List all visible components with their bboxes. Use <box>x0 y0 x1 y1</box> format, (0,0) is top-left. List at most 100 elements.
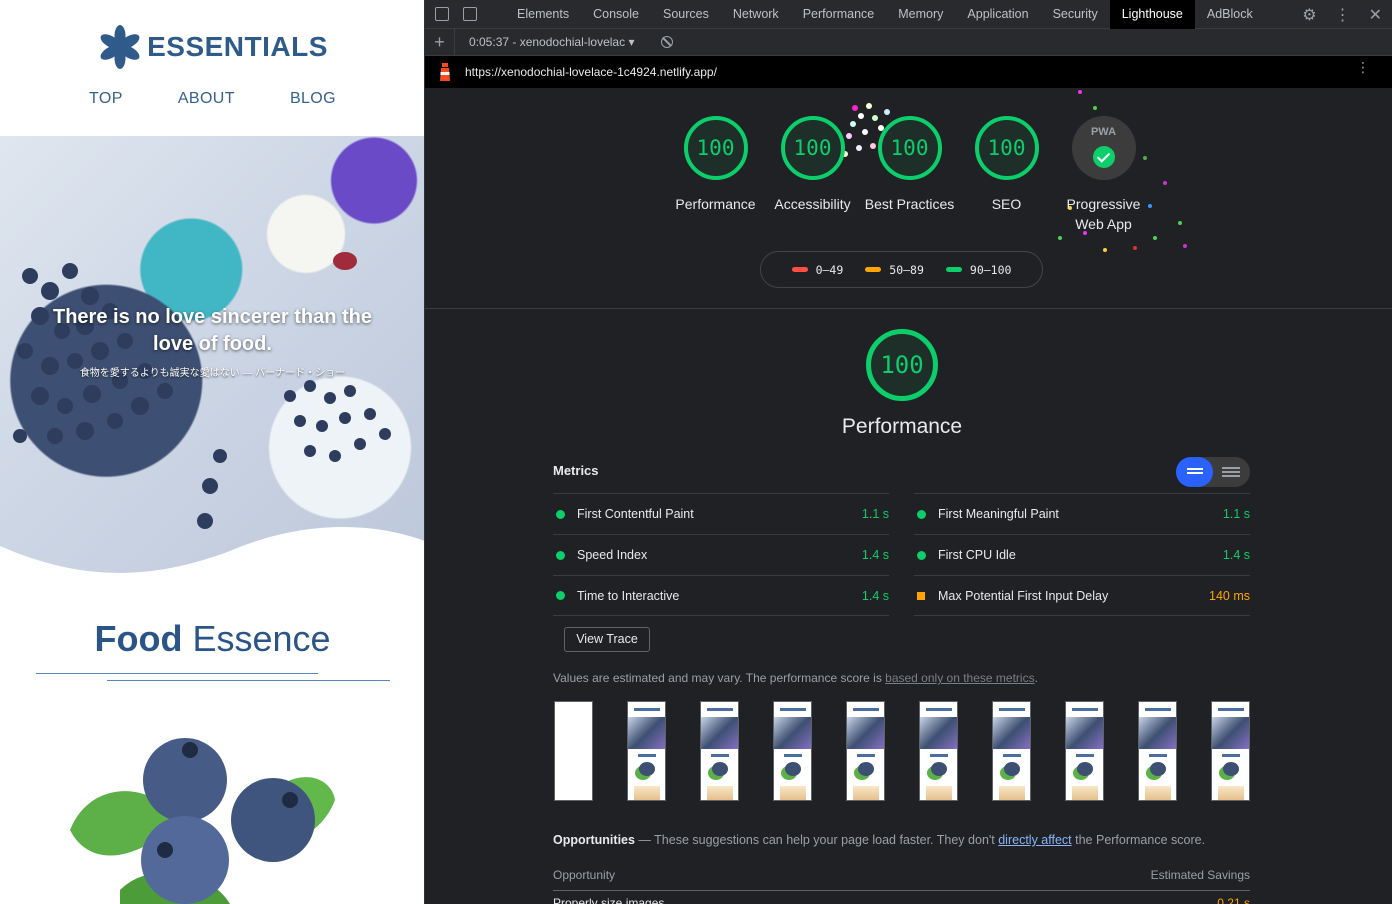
metrics-heading: Metrics <box>553 463 599 478</box>
tab-application[interactable]: Application <box>955 0 1040 29</box>
tab-memory[interactable]: Memory <box>886 0 955 29</box>
expanded-view-icon[interactable] <box>1213 457 1250 487</box>
compact-view-icon[interactable] <box>1176 457 1213 487</box>
view-trace-button[interactable]: View Trace <box>564 627 650 652</box>
pass-dot-icon <box>556 509 565 519</box>
score-legend: 0–49 50–89 90–100 <box>760 251 1043 288</box>
hero-quote: There is no love sincerer than the love … <box>53 306 372 355</box>
category-gauges: 100 Performance 100 Accessibility 100 Be… <box>667 116 1152 234</box>
devtools-tabbar: Elements Console Sources Network Perform… <box>425 0 1392 29</box>
hero-wave <box>0 527 424 581</box>
filmstrip-frame <box>1065 701 1104 801</box>
gauge-seo[interactable]: 100 SEO <box>958 116 1055 234</box>
new-report-plus-icon[interactable]: + <box>425 28 455 56</box>
report-selector[interactable]: 0:05:37 - xenodochial-lovelac ▾ <box>469 35 649 49</box>
pwa-badge: PWA <box>1071 116 1136 180</box>
metric-row: Speed Index 1.4 s <box>553 534 889 575</box>
score-ring: 100 <box>780 116 845 180</box>
metric-row: Max Potential First Input Delay 140 ms <box>914 575 1250 616</box>
legend-fail: 0–49 <box>791 263 843 277</box>
title-underline <box>107 680 390 681</box>
score-ring: 100 <box>683 116 748 180</box>
lighthouse-report: 100 Performance 100 Accessibility 100 Be… <box>425 88 1392 904</box>
more-options-icon[interactable]: ⋮ <box>1335 5 1351 25</box>
close-icon[interactable]: ✕ <box>1369 5 1382 25</box>
tab-security[interactable]: Security <box>1041 0 1110 29</box>
filmstrip-frame <box>554 701 593 801</box>
report-url[interactable]: https://xenodochial-lovelace-1c4924.netl… <box>465 65 717 79</box>
devtools-panel: Elements Console Sources Network Perform… <box>425 0 1392 904</box>
settings-gear-icon[interactable]: ⚙ <box>1302 5 1316 25</box>
section-divider <box>425 308 1392 309</box>
lighthouse-toolbar: + 0:05:37 - xenodochial-lovelac ▾ <box>425 28 1392 56</box>
tab-adblock[interactable]: AdBlock <box>1195 0 1265 29</box>
directly-affect-link[interactable]: directly affect <box>998 833 1071 847</box>
filmstrip <box>554 701 1250 801</box>
tab-network[interactable]: Network <box>721 0 791 29</box>
gauge-label: Accessibility <box>774 196 851 212</box>
lighthouse-logo-icon <box>440 63 450 81</box>
table-divider <box>553 890 1250 891</box>
metric-row: First Meaningful Paint 1.1 s <box>914 493 1250 534</box>
opportunities-heading: Opportunities — These suggestions can he… <box>553 833 1206 847</box>
pass-dot-icon <box>917 509 926 519</box>
metrics-link[interactable]: based only on these metrics <box>885 671 1034 685</box>
opportunity-table-header: Opportunity Estimated Savings <box>553 868 1250 882</box>
estimate-note: Values are estimated and may vary. The p… <box>553 671 1038 685</box>
filmstrip-frame <box>1138 701 1177 801</box>
score-ring: 100 <box>974 116 1039 180</box>
gauge-label: SEO <box>991 196 1022 212</box>
pass-dot-icon <box>556 591 565 600</box>
clear-reports-icon[interactable] <box>661 36 673 48</box>
site-nav: TOP ABOUT BLOG <box>0 90 424 108</box>
pwa-badge-text: PWA <box>1090 126 1117 138</box>
filmstrip-frame <box>700 701 739 801</box>
gauge-label: Performance <box>675 196 756 212</box>
metric-row: First Contentful Paint 1.1 s <box>553 493 889 534</box>
hero-subquote: 食物を愛するよりも誠実な愛はない — バーナード・ショー <box>79 368 346 379</box>
title-underline <box>36 673 318 674</box>
report-menu-icon[interactable]: ⋮ <box>1356 60 1370 74</box>
performance-score-ring: 100 <box>866 329 938 401</box>
hero-image: There is no love sincerer than the love … <box>0 136 424 581</box>
filmstrip-frame <box>992 701 1031 801</box>
filmstrip-frame <box>1211 701 1250 801</box>
pass-dot-icon <box>917 550 926 560</box>
flower-logo-icon <box>100 25 140 69</box>
opportunity-row[interactable]: Properly size images 0.21 s <box>553 896 1250 904</box>
site-logo[interactable]: ESSENTIALS <box>0 24 424 70</box>
gauge-label: Progressive Web App <box>1066 196 1141 232</box>
blueberry-illustration <box>70 738 335 904</box>
nav-about[interactable]: ABOUT <box>178 90 235 108</box>
legend-average: 50–89 <box>865 263 924 277</box>
check-icon <box>1092 146 1115 168</box>
gauge-accessibility[interactable]: 100 Accessibility <box>764 116 861 234</box>
tab-lighthouse[interactable]: Lighthouse <box>1109 0 1195 29</box>
savings-column: Estimated Savings <box>1150 868 1250 882</box>
tab-sources[interactable]: Sources <box>651 0 721 29</box>
metrics-view-toggle[interactable] <box>1176 457 1250 487</box>
metric-row: Time to Interactive 1.4 s <box>553 575 889 616</box>
tab-elements[interactable]: Elements <box>505 0 581 29</box>
logo-text: ESSENTIALS <box>147 31 328 62</box>
tab-console[interactable]: Console <box>581 0 651 29</box>
gauge-pwa[interactable]: PWA Progressive Web App <box>1055 116 1152 234</box>
gauge-best-practices[interactable]: 100 Best Practices <box>861 116 958 234</box>
nav-top[interactable]: TOP <box>89 90 123 108</box>
metric-row: First CPU Idle 1.4 s <box>914 534 1250 575</box>
screen: ESSENTIALS TOP ABOUT BLOG There is no lo… <box>0 0 1392 904</box>
inspect-element-icon[interactable] <box>435 7 449 21</box>
device-toolbar-icon[interactable] <box>463 7 477 21</box>
tab-performance[interactable]: Performance <box>791 0 887 29</box>
metrics-grid: First Contentful Paint 1.1 s First Meanin… <box>553 493 1250 616</box>
gauge-performance[interactable]: 100 Performance <box>667 116 764 234</box>
filmstrip-frame <box>846 701 885 801</box>
site-preview: ESSENTIALS TOP ABOUT BLOG There is no lo… <box>0 0 425 904</box>
filmstrip-frame <box>773 701 812 801</box>
nav-blog[interactable]: BLOG <box>290 90 336 108</box>
pass-dot-icon <box>556 550 565 560</box>
section-title: Food Essence <box>94 618 331 659</box>
legend-pass: 90–100 <box>945 263 1011 277</box>
gauge-label: Best Practices <box>864 196 955 212</box>
performance-title: Performance <box>841 415 963 438</box>
